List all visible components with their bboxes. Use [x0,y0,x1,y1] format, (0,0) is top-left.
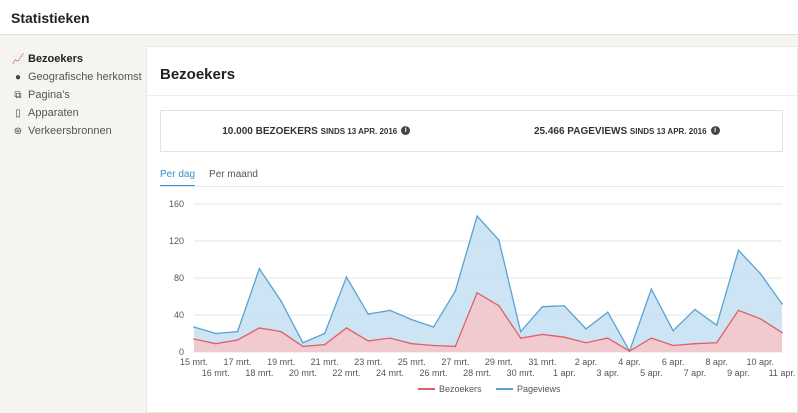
x-tick-label: 9 apr. [727,368,750,378]
data-point [737,309,740,312]
data-point [541,305,544,308]
data-point [476,292,478,294]
data-point [214,342,217,345]
data-point [410,342,413,345]
data-point [672,344,674,347]
data-point [715,341,718,344]
x-tick-label: 3 apr. [597,368,620,378]
x-tick-label: 16 mrt. [202,368,230,378]
x-tick-label: 26 mrt. [420,368,448,378]
data-point [432,326,435,328]
data-point [585,341,587,344]
x-tick-label: 11 apr. [769,368,796,378]
x-tick-label: 18 mrt. [245,368,273,378]
data-point [498,239,500,241]
data-point [258,327,261,329]
data-point [280,330,282,333]
x-tick-label: 24 mrt. [376,368,404,378]
data-point [389,309,391,312]
x-tick-label: 8 apr. [705,357,728,367]
x-tick-label: 1 apr. [553,368,576,378]
data-point [759,272,762,275]
data-point [672,329,674,332]
data-point [715,324,718,326]
data-point [563,304,566,307]
data-point [694,308,696,311]
data-point [302,345,304,348]
x-tick-label: 29 mrt. [485,357,513,367]
data-point [214,332,217,335]
data-point [585,328,587,330]
y-tick-label: 0 [179,347,184,357]
data-point [389,337,391,339]
data-point [628,350,631,352]
x-tick-label: 28 mrt. [463,368,491,378]
x-tick-label: 10 apr. [746,357,774,367]
data-point [650,337,653,339]
data-point [519,337,522,339]
data-point [258,267,261,270]
data-point [410,318,413,321]
data-point [236,330,239,333]
x-tick-label: 23 mrt. [354,357,382,367]
x-tick-label: 19 mrt. [267,357,295,367]
y-tick-label: 160 [169,199,184,209]
data-point [519,330,522,333]
data-point [454,290,457,292]
data-point [280,300,282,302]
data-point [323,332,326,335]
x-tick-label: 6 apr. [662,357,685,367]
legend-label: Pageviews [517,384,561,394]
data-point [606,311,609,314]
legend-label: Bezoekers [439,384,482,394]
data-point [737,249,740,252]
data-point [606,337,609,339]
data-point [476,215,478,217]
data-point [563,336,566,339]
data-point [367,340,370,342]
x-tick-label: 22 mrt. [332,368,360,378]
data-point [345,276,348,278]
data-point [236,339,239,341]
data-point [454,345,457,348]
x-tick-label: 21 mrt. [311,357,339,367]
x-tick-label: 5 apr. [640,368,663,378]
x-tick-label: 30 mrt. [507,368,535,378]
data-point [345,327,348,329]
data-point [193,326,195,328]
data-point [650,288,653,290]
x-tick-label: 27 mrt. [441,357,469,367]
data-point [193,338,195,340]
data-point [694,342,696,345]
data-point [781,303,783,305]
data-point [781,331,783,334]
x-tick-label: 4 apr. [618,357,641,367]
x-tick-label: 2 apr. [575,357,598,367]
x-tick-label: 17 mrt. [224,357,252,367]
x-tick-label: 25 mrt. [398,357,426,367]
data-point [323,343,326,346]
data-point [367,313,370,315]
y-tick-label: 80 [174,273,184,283]
y-tick-label: 120 [169,236,184,246]
y-tick-label: 40 [174,310,184,320]
visitors-chart: 0408012016015 mrt.16 mrt.17 mrt.18 mrt.1… [169,199,796,394]
data-point [432,344,435,347]
data-point [498,304,500,307]
data-point [759,317,762,320]
x-tick-label: 20 mrt. [289,368,317,378]
x-tick-label: 7 apr. [684,368,707,378]
data-point [541,333,544,336]
x-tick-label: 31 mrt. [528,357,556,367]
data-point [302,341,304,344]
x-tick-label: 15 mrt. [180,357,208,367]
